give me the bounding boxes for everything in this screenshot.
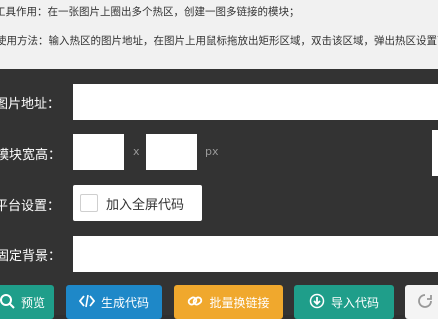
fixed-background-input[interactable] (73, 236, 438, 272)
intro-line-usage: 使用方法：输入热区的图片地址，在图片上用鼠标拖放出矩形区域，双击该区域，弹出热区… (0, 35, 438, 47)
platform-settings-label: 平台设置： (0, 199, 61, 214)
image-url-label: 图片地址： (0, 97, 61, 112)
batch-replace-links-button[interactable]: 批量换链接 (174, 285, 283, 319)
module-width-input[interactable] (73, 134, 124, 170)
preview-button-label: 预览 (20, 295, 45, 310)
fullscreen-code-checkbox[interactable] (80, 194, 98, 212)
generate-code-button[interactable]: 生成代码 (66, 285, 162, 319)
intro-section: 工具作用：在一张图片上圈出多个热区，创建一图多链接的模块； 使用方法：输入热区的… (0, 0, 438, 69)
preview-button[interactable]: 预览 (0, 285, 54, 319)
module-size-label: 模块宽高： (0, 148, 62, 163)
generate-code-button-label: 生成代码 (100, 295, 149, 310)
size-unit: px (205, 145, 219, 158)
fullscreen-code-option[interactable]: 加入全屏代码 (73, 185, 202, 221)
fixed-background-label: 固定背景： (0, 249, 62, 264)
import-code-button-label: 导入代码 (330, 295, 379, 310)
module-height-input[interactable] (146, 134, 197, 170)
right-edge-panel (432, 130, 438, 176)
batch-replace-links-label: 批量换链接 (209, 295, 270, 310)
extra-button[interactable] (405, 285, 438, 319)
link-icon (187, 293, 203, 312)
fullscreen-code-label: 加入全屏代码 (106, 198, 185, 213)
import-icon (309, 293, 325, 312)
search-icon (0, 293, 15, 312)
image-url-input[interactable] (73, 84, 438, 120)
import-code-button[interactable]: 导入代码 (294, 285, 394, 319)
intro-line-purpose: 工具作用：在一张图片上圈出多个热区，创建一图多链接的模块； (0, 6, 300, 18)
refresh-icon (417, 293, 433, 312)
code-icon (78, 293, 96, 312)
size-separator: x (133, 145, 140, 158)
